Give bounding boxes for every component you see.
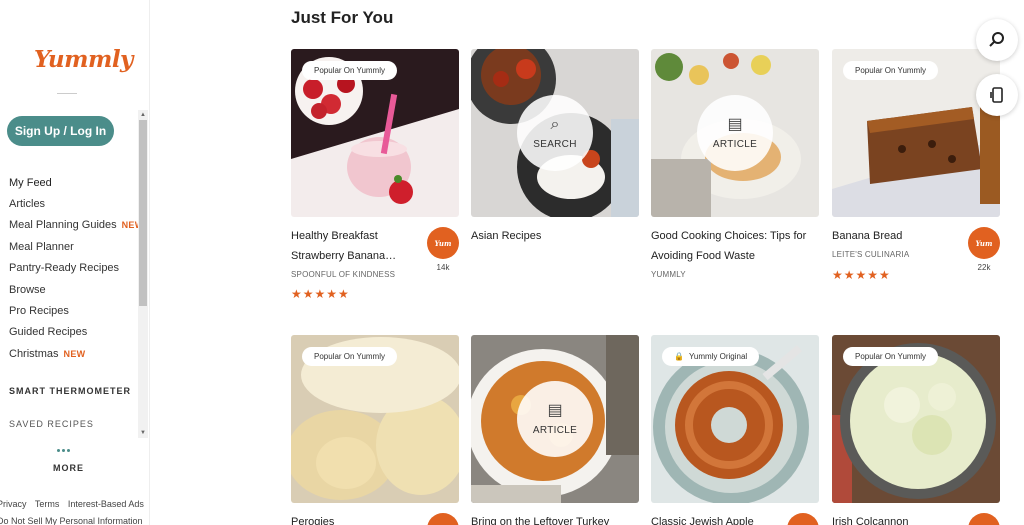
search-icon bbox=[989, 32, 1004, 47]
search-icon: ⌕ bbox=[550, 115, 560, 133]
recipe-title[interactable]: Healthy Breakfast Strawberry Banana… bbox=[291, 227, 421, 266]
recipe-image[interactable]: Popular On Yummly bbox=[291, 335, 459, 503]
yum-button[interactable]: Yum bbox=[427, 513, 459, 525]
signup-login-button[interactable]: Sign Up / Log In bbox=[7, 116, 114, 146]
popular-badge: Popular On Yummly bbox=[302, 61, 397, 80]
recipe-title[interactable]: Banana Bread bbox=[832, 227, 962, 247]
sidebar-item-meal-planning-guides[interactable]: Meal Planning Guides NEW bbox=[9, 215, 143, 236]
yummly-original-badge: 🔒 Yummly Original bbox=[662, 347, 760, 366]
article-source[interactable]: YUMMLY bbox=[651, 270, 686, 279]
search-overlay[interactable]: ⌕ SEARCH bbox=[517, 95, 593, 171]
rating-stars: ★★★★★ bbox=[832, 268, 891, 282]
article-title[interactable]: Good Cooking Choices: Tips for Avoiding … bbox=[651, 227, 819, 266]
recipe-image[interactable]: ⌕ SEARCH bbox=[471, 49, 639, 217]
recipe-title[interactable]: Irish Colcannon bbox=[832, 513, 962, 525]
yum-button[interactable]: Yum bbox=[427, 227, 459, 259]
sidebar-item-label: Browse bbox=[9, 283, 46, 296]
sidebar-item-label: Meal Planner bbox=[9, 240, 74, 253]
recipe-title[interactable]: Perogies bbox=[291, 513, 421, 525]
article-image[interactable]: ▤ ARTICLE bbox=[471, 335, 639, 503]
page-title: Just For You bbox=[291, 8, 394, 27]
article-icon: ▤ bbox=[547, 401, 563, 419]
privacy-link[interactable]: Privacy bbox=[0, 499, 27, 509]
sidebar-item-label: Meal Planning Guides bbox=[9, 219, 117, 232]
popular-badge: Popular On Yummly bbox=[843, 61, 938, 80]
sidebar-item-meal-planner[interactable]: Meal Planner bbox=[9, 236, 137, 257]
yum-button[interactable]: Yum bbox=[968, 227, 1000, 259]
sidebar-item-label: Guided Recipes bbox=[9, 326, 88, 339]
smart-thermometer-link[interactable]: SMART THERMOMETER bbox=[9, 386, 131, 396]
yum-button[interactable]: Yum bbox=[968, 513, 1000, 525]
lock-icon: 🔒 bbox=[674, 352, 684, 361]
sidebar-item-christmas[interactable]: Christmas NEW bbox=[9, 343, 137, 364]
divider bbox=[57, 93, 77, 94]
sidebar-item-label: Pro Recipes bbox=[9, 305, 69, 318]
yum-button[interactable]: Yum bbox=[787, 513, 819, 525]
sidebar-scrollbar-thumb[interactable] bbox=[139, 120, 147, 306]
scroll-down-arrow-icon[interactable]: ▼ bbox=[139, 429, 147, 437]
recipe-source[interactable]: SPOONFUL OF KINDNESS bbox=[291, 270, 395, 279]
article-icon: ▤ bbox=[727, 115, 743, 133]
sidebar-item-my-feed[interactable]: My Feed bbox=[9, 172, 137, 193]
interest-ads-link[interactable]: Interest-Based Ads bbox=[68, 499, 144, 509]
sidebar: Yummly Sign Up / Log In My Feed Articles… bbox=[0, 0, 150, 525]
search-button[interactable] bbox=[976, 19, 1018, 61]
article-overlay[interactable]: ▤ ARTICLE bbox=[517, 381, 593, 457]
recipe-source[interactable]: LEITE'S CULINARIA bbox=[832, 250, 909, 259]
recipe-image[interactable]: Popular On Yummly bbox=[291, 49, 459, 217]
new-badge: NEW bbox=[63, 348, 86, 359]
device-button[interactable] bbox=[976, 74, 1018, 116]
sidebar-item-browse[interactable]: Browse bbox=[9, 279, 137, 300]
sidebar-item-label: Articles bbox=[9, 198, 46, 211]
yum-count: 14k bbox=[436, 263, 450, 272]
yummly-logo[interactable]: Yummly bbox=[34, 46, 133, 73]
do-not-sell-link[interactable]: Do Not Sell My Personal Information bbox=[0, 516, 143, 525]
yum-count: 22k bbox=[977, 263, 991, 272]
recipe-image[interactable]: Popular On Yummly bbox=[832, 335, 1000, 503]
more-dots-icon[interactable] bbox=[57, 449, 70, 452]
article-title[interactable]: Bring on the Leftover Turkey bbox=[471, 513, 639, 525]
sidebar-item-articles[interactable]: Articles bbox=[9, 193, 137, 214]
popular-badge: Popular On Yummly bbox=[302, 347, 397, 366]
footer-links: Privacy Terms Interest-Based Ads bbox=[0, 499, 150, 509]
collection-title[interactable]: Asian Recipes bbox=[471, 227, 601, 247]
sidebar-item-label: Christmas bbox=[9, 347, 59, 360]
article-image[interactable]: ▤ ARTICLE bbox=[651, 49, 819, 217]
device-icon bbox=[990, 87, 1003, 103]
sidebar-item-label: Pantry-Ready Recipes bbox=[9, 262, 120, 275]
recipe-title[interactable]: Classic Jewish Apple bbox=[651, 513, 781, 525]
article-overlay[interactable]: ▤ ARTICLE bbox=[697, 95, 773, 171]
sidebar-item-label: My Feed bbox=[9, 176, 52, 189]
recipe-image[interactable]: Popular On Yummly bbox=[832, 49, 1000, 217]
recipe-image[interactable]: 🔒 Yummly Original bbox=[651, 335, 819, 503]
sidebar-item-pro-recipes[interactable]: Pro Recipes bbox=[9, 300, 137, 321]
rating-stars: ★★★★★ bbox=[291, 287, 350, 301]
sidebar-item-pantry-ready[interactable]: Pantry-Ready Recipes bbox=[9, 258, 137, 279]
popular-badge: Popular On Yummly bbox=[843, 347, 938, 366]
sidebar-item-guided-recipes[interactable]: Guided Recipes bbox=[9, 322, 137, 343]
scroll-up-arrow-icon[interactable]: ▲ bbox=[139, 111, 147, 119]
sidebar-nav: My Feed Articles Meal Planning Guides NEW… bbox=[9, 172, 143, 365]
saved-recipes-link[interactable]: SAVED RECIPES bbox=[9, 419, 94, 429]
terms-link[interactable]: Terms bbox=[35, 499, 60, 509]
more-button[interactable]: MORE bbox=[53, 463, 84, 473]
